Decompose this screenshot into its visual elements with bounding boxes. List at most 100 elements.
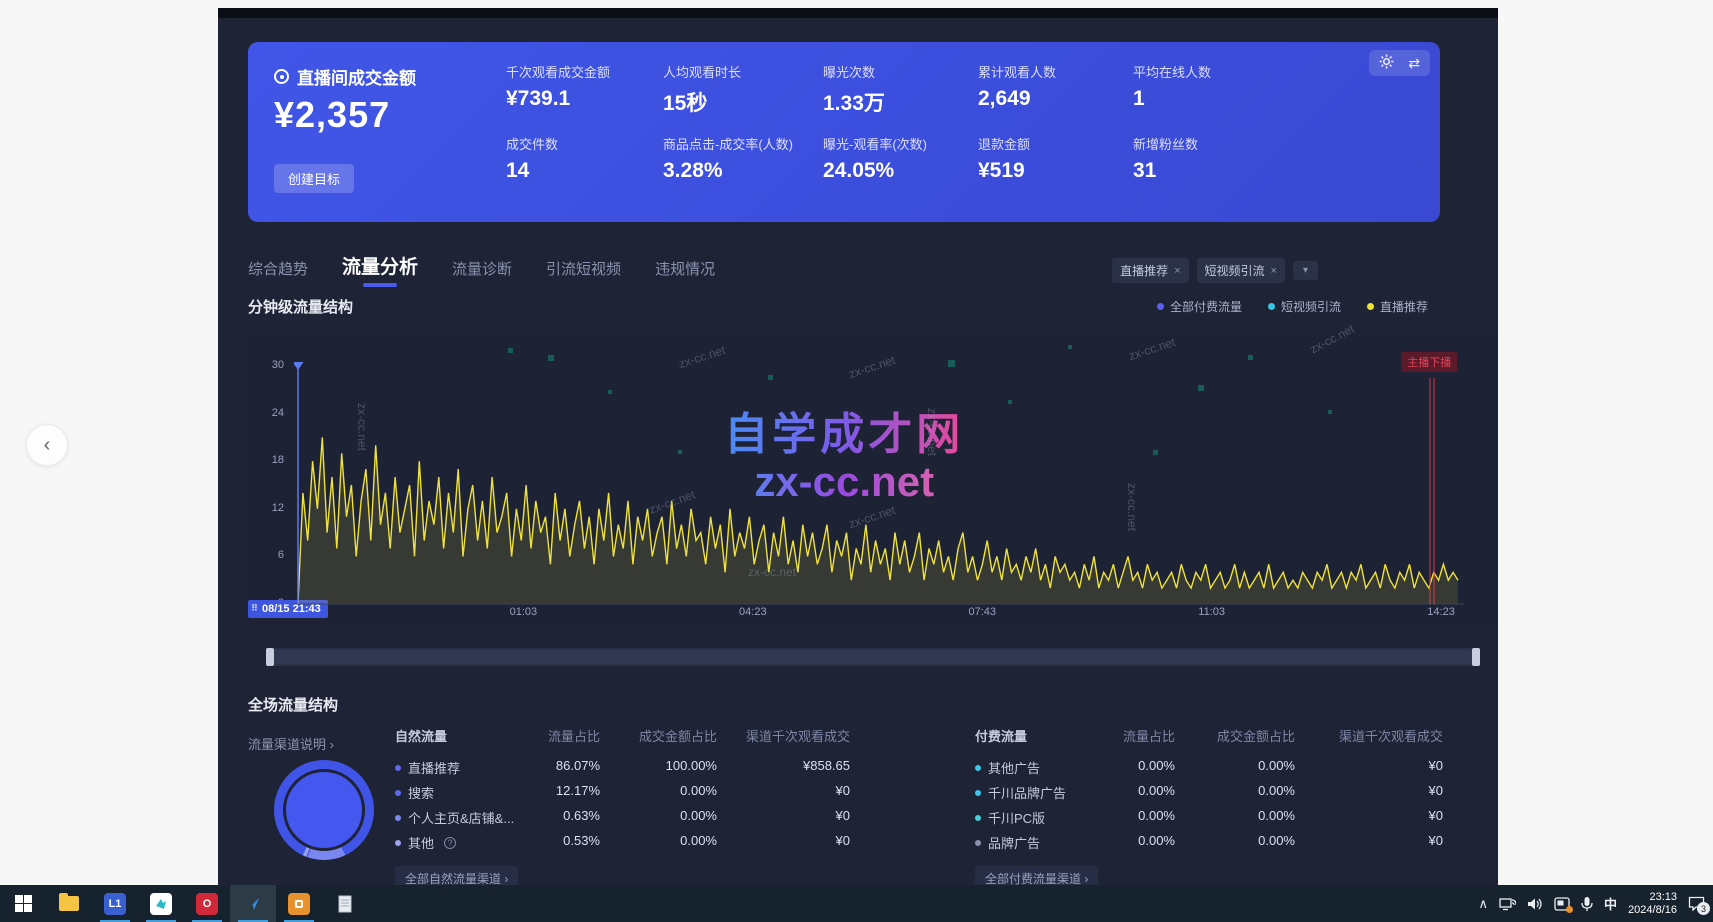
kpi-metric: 人均观看时长15秒 bbox=[663, 62, 813, 117]
kpi-metric-value: 1.33万 bbox=[823, 87, 973, 117]
teal-app-icon bbox=[150, 893, 172, 915]
table-cell: ¥0 bbox=[1429, 833, 1443, 848]
app-opera-button[interactable]: O bbox=[184, 885, 230, 922]
file-explorer-button[interactable] bbox=[46, 885, 92, 922]
orange-dot-badge bbox=[1566, 906, 1573, 913]
notification-center-button[interactable]: 3 bbox=[1688, 896, 1705, 911]
kpi-metrics-grid: 千次观看成交金额¥739.1人均观看时长15秒曝光次数1.33万累计观看人数2,… bbox=[506, 42, 1360, 222]
app-pointer-button[interactable] bbox=[230, 885, 276, 922]
table-row-label: 其他? bbox=[395, 833, 456, 852]
kpi-metric: 千次观看成交金额 ¥739.1 bbox=[506, 62, 656, 111]
app-teal-button[interactable] bbox=[138, 885, 184, 922]
kpi-metric-value: 3.28% bbox=[663, 159, 813, 183]
info-icon[interactable]: ? bbox=[444, 837, 456, 849]
gear-icon[interactable] bbox=[1379, 54, 1394, 72]
table-cell: 0.00% bbox=[680, 808, 717, 823]
notification-badge: 3 bbox=[1697, 902, 1710, 915]
channel-name: 个人主页&店铺&... bbox=[408, 808, 514, 827]
app-l1-button[interactable]: L1 bbox=[92, 885, 138, 922]
legend-item[interactable]: 短视频引流 bbox=[1268, 298, 1341, 315]
remove-tag-icon[interactable]: × bbox=[1174, 265, 1180, 277]
kpi-metric-label: 千次观看成交金额 bbox=[506, 62, 656, 81]
legend-dot bbox=[1268, 303, 1275, 310]
table-cell: 0.63% bbox=[563, 808, 600, 823]
remove-tag-icon[interactable]: × bbox=[1271, 265, 1277, 277]
kpi-metric: 平均在线人数1 bbox=[1133, 62, 1283, 111]
tab-流量诊断[interactable]: 流量诊断 bbox=[452, 258, 512, 287]
channel-name: 其他 bbox=[408, 833, 434, 852]
tray-app-icon[interactable] bbox=[1554, 897, 1570, 911]
tab-违规情况[interactable]: 违规情况 bbox=[655, 258, 715, 287]
table-cell: 0.00% bbox=[1138, 758, 1175, 773]
kpi-metric-label: 商品点击-成交率(人数) bbox=[663, 134, 813, 153]
channel-dot bbox=[395, 815, 401, 821]
x-axis-label: 04:23 bbox=[739, 606, 767, 618]
table-row-label: 搜索 bbox=[395, 783, 434, 802]
table-cell: 0.00% bbox=[1138, 808, 1175, 823]
tray-date: 2024/8/16 bbox=[1628, 904, 1677, 916]
network-icon[interactable] bbox=[1499, 897, 1516, 911]
swap-icon[interactable]: ⇄ bbox=[1408, 55, 1420, 72]
table-row-label: 个人主页&店铺&... bbox=[395, 808, 514, 827]
chart-range-slider[interactable] bbox=[266, 648, 1480, 666]
x-axis-label: 07:43 bbox=[968, 606, 996, 618]
channel-dot bbox=[975, 790, 981, 796]
table-cell: 0.00% bbox=[1258, 758, 1295, 773]
ime-indicator[interactable]: 中 bbox=[1604, 894, 1617, 913]
table-cell: 0.00% bbox=[1258, 808, 1295, 823]
slider-track bbox=[274, 650, 1472, 664]
decorative-speck bbox=[768, 375, 773, 380]
table-cell: 0.00% bbox=[1138, 833, 1175, 848]
tab-综合趋势[interactable]: 综合趋势 bbox=[248, 258, 308, 287]
stream-end-marker: 主播下播 bbox=[1401, 352, 1457, 372]
tab-引流短视频[interactable]: 引流短视频 bbox=[546, 258, 621, 287]
viewer-back-button[interactable]: ‹ bbox=[26, 424, 68, 466]
table-row-label: 千川品牌广告 bbox=[975, 783, 1066, 802]
decorative-speck bbox=[548, 355, 554, 361]
legend-item[interactable]: 直播推荐 bbox=[1367, 298, 1428, 315]
table-cell: ¥0 bbox=[836, 833, 850, 848]
filter-dropdown-button[interactable]: ▾ bbox=[1293, 261, 1318, 280]
create-goal-button[interactable]: 创建目标 bbox=[274, 164, 354, 193]
tab-流量分析[interactable]: 流量分析 bbox=[342, 252, 418, 287]
microphone-icon[interactable] bbox=[1581, 896, 1593, 912]
y-axis-label: 24 bbox=[254, 407, 284, 419]
x-axis-label: 11:03 bbox=[1198, 606, 1225, 618]
legend-label: 直播推荐 bbox=[1380, 298, 1428, 315]
channel-name: 其他广告 bbox=[988, 758, 1040, 777]
kpi-metric-label: 曝光-观看率(次数) bbox=[823, 134, 973, 153]
kpi-metric-label: 新增粉丝数 bbox=[1133, 134, 1283, 153]
kpi-metric-value: 24.05% bbox=[823, 159, 973, 183]
x-axis-label: 14:23 bbox=[1427, 606, 1455, 618]
y-axis-label: 6 bbox=[254, 549, 284, 561]
tray-clock[interactable]: 23:13 2024/8/16 bbox=[1628, 891, 1677, 917]
decorative-speck bbox=[1198, 385, 1204, 391]
slider-left-handle[interactable] bbox=[266, 648, 274, 666]
decorative-speck bbox=[1248, 355, 1253, 360]
tray-chevron-up-icon[interactable]: ∧ bbox=[1479, 896, 1489, 912]
filter-tag[interactable]: 直播推荐× bbox=[1112, 258, 1188, 283]
column-header: 渠道千次观看成交 bbox=[746, 726, 850, 745]
decorative-speck bbox=[948, 360, 955, 367]
filter-tag[interactable]: 短视频引流× bbox=[1197, 258, 1285, 283]
orange-app-icon bbox=[288, 893, 310, 915]
channel-dot bbox=[395, 790, 401, 796]
slider-right-handle[interactable] bbox=[1472, 648, 1480, 666]
decorative-speck bbox=[1328, 410, 1332, 414]
speaker-icon[interactable] bbox=[1527, 897, 1543, 911]
table-cell: 86.07% bbox=[556, 758, 600, 773]
channel-info-link[interactable]: 流量渠道说明 › bbox=[248, 734, 334, 753]
legend-item[interactable]: 全部付费流量 bbox=[1157, 298, 1242, 315]
minute-chart-title: 分钟级流量结构 bbox=[248, 296, 353, 317]
table-row-label: 其他广告 bbox=[975, 758, 1040, 777]
kpi-metric-value: ¥739.1 bbox=[506, 87, 656, 111]
column-header: 流量占比 bbox=[548, 726, 600, 745]
app-orange-button[interactable] bbox=[276, 885, 322, 922]
app-notepad-button[interactable] bbox=[322, 885, 368, 922]
kpi-main-value: ¥2,357 bbox=[274, 94, 390, 136]
y-axis-label: 18 bbox=[254, 454, 284, 466]
start-button[interactable] bbox=[0, 885, 46, 922]
table-cell: ¥0 bbox=[1429, 783, 1443, 798]
y-axis-label: 12 bbox=[254, 502, 284, 514]
l1-app-icon: L1 bbox=[104, 893, 126, 915]
